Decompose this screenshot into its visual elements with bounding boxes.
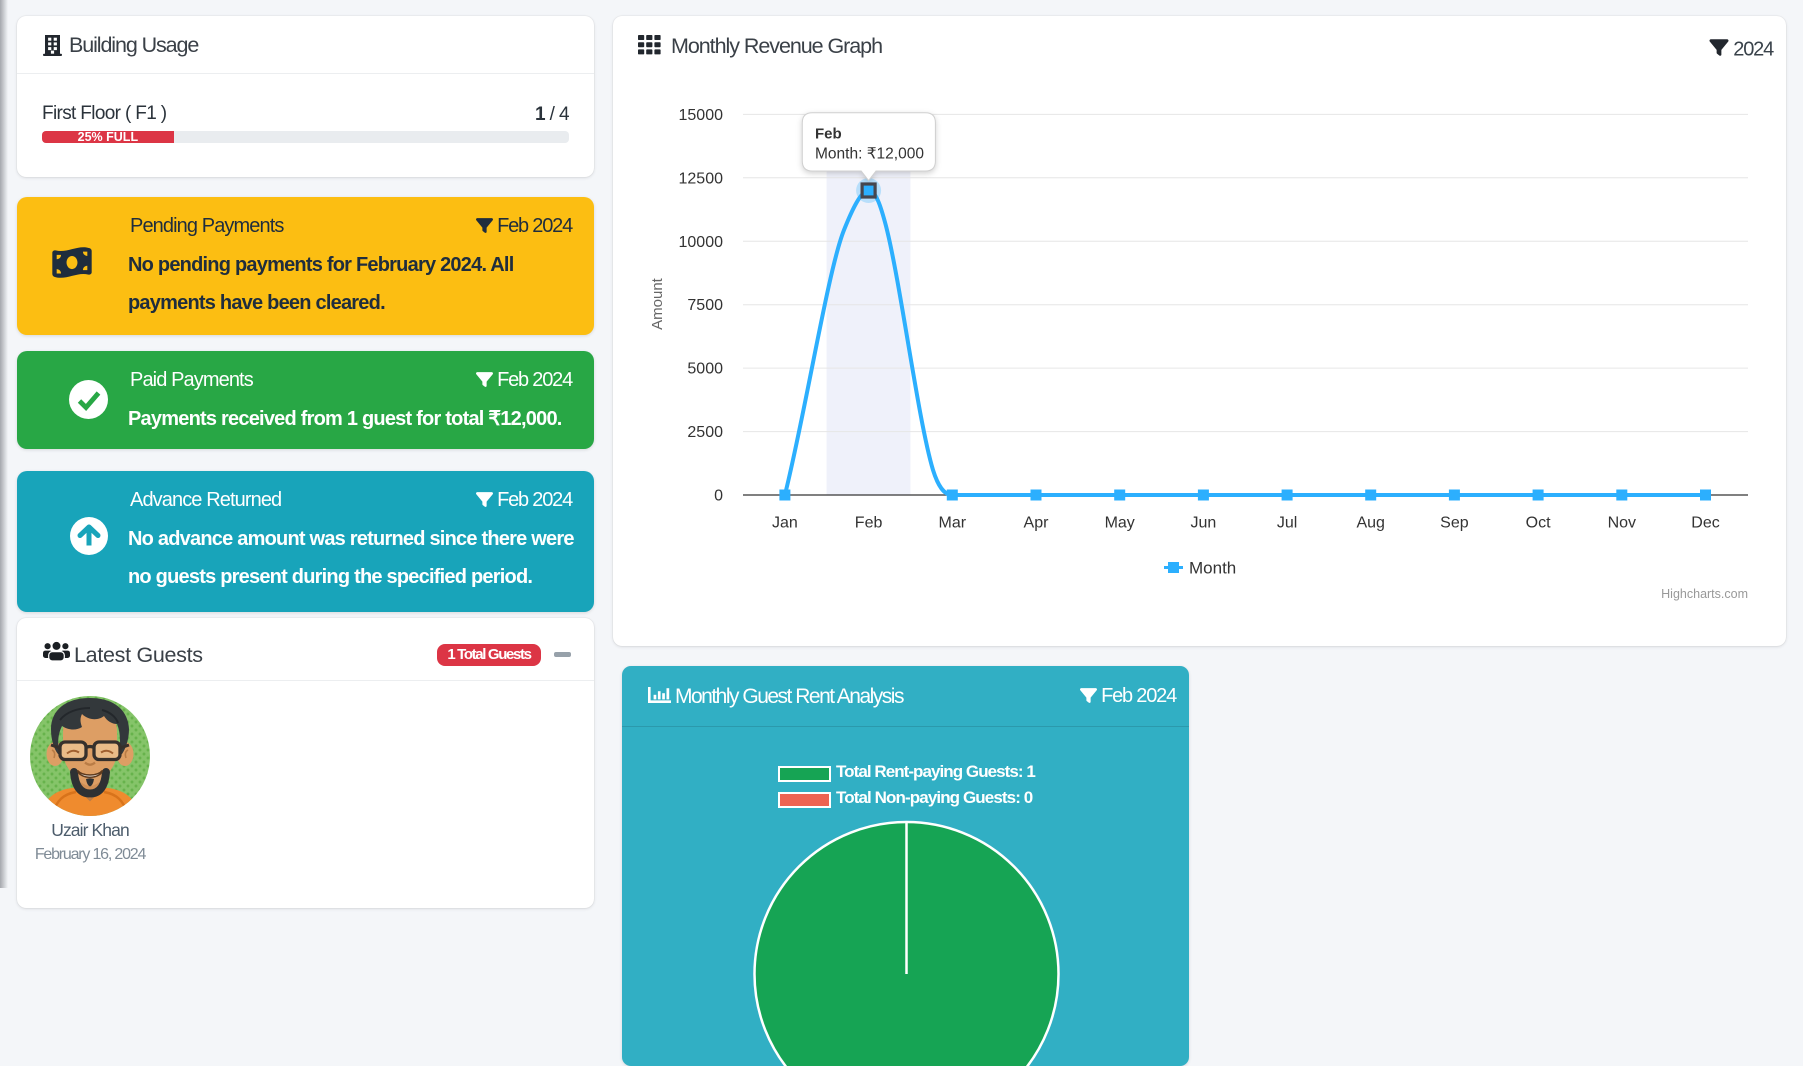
svg-text:Nov: Nov <box>1608 515 1636 532</box>
svg-text:Mar: Mar <box>939 515 967 532</box>
svg-text:Feb: Feb <box>855 515 883 532</box>
svg-text:Month: ₹12,000: Month: ₹12,000 <box>815 146 924 163</box>
svg-text:Amount: Amount <box>649 277 666 330</box>
svg-text:15000: 15000 <box>679 107 724 124</box>
svg-text:May: May <box>1105 515 1135 532</box>
svg-text:Jan: Jan <box>772 515 798 532</box>
svg-text:10000: 10000 <box>679 234 724 251</box>
svg-text:Month: Month <box>1189 559 1236 578</box>
svg-text:2500: 2500 <box>687 424 723 441</box>
svg-text:0: 0 <box>714 488 723 505</box>
svg-text:Dec: Dec <box>1691 515 1719 532</box>
svg-text:Sep: Sep <box>1440 515 1469 532</box>
svg-text:12500: 12500 <box>679 170 724 187</box>
svg-text:Apr: Apr <box>1024 515 1050 532</box>
svg-text:Feb: Feb <box>815 126 842 143</box>
svg-text:Jul: Jul <box>1277 515 1297 532</box>
svg-text:Oct: Oct <box>1526 515 1551 532</box>
svg-text:Jun: Jun <box>1191 515 1217 532</box>
svg-text:Highcharts.com: Highcharts.com <box>1661 587 1748 601</box>
svg-text:7500: 7500 <box>687 297 723 314</box>
svg-text:5000: 5000 <box>687 361 723 378</box>
svg-text:Aug: Aug <box>1356 515 1384 532</box>
